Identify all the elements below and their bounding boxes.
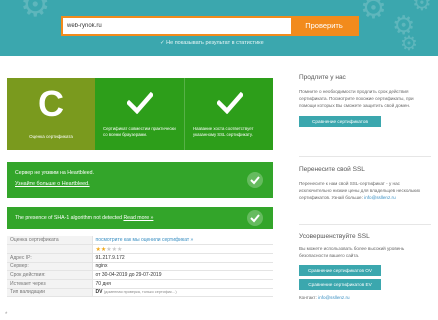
header: ⚙ ⚙ ⚙ ⚙ ⚙ Проверить ✓ Не показывать резу… — [0, 0, 438, 56]
table-row: Сервер: nginx — [7, 262, 273, 272]
check-text: Сертификат совместим практически со всем… — [103, 126, 176, 138]
row-value: DV (доменная проверка, только сертифик…) — [92, 288, 273, 298]
search-form: Проверить — [61, 16, 359, 36]
contact-email-link[interactable]: info@ssllenz.ru — [364, 195, 395, 200]
gear-icon: ⚙ — [400, 33, 418, 55]
check-icon — [127, 92, 153, 114]
footer-mark: * — [5, 312, 8, 318]
hide-results-label: Не показывать результат в статистике — [166, 40, 264, 46]
grade-label: Оценка сертификата — [29, 134, 73, 139]
gear-icon: ⚙ — [412, 0, 432, 15]
contact-email-link[interactable]: info@ssllenz.ru — [318, 295, 349, 300]
row-label: Сервер: — [7, 262, 93, 272]
check-icon: ✓ — [160, 40, 165, 46]
sidebar-transfer: Перенесите свой SSL Перенесите к нам сво… — [299, 166, 431, 202]
row-label: Тип валидации — [7, 288, 93, 298]
table-row: Истекает через 70 дня — [7, 279, 273, 289]
row-label: Истекает через — [7, 279, 93, 289]
hostname-check: Название хоста соответствует указанному … — [184, 78, 273, 150]
browser-compat-check: Сертификат совместим практически со всем… — [95, 78, 184, 150]
sidebar-upgrade: Усовершенствуйте SSL Вы можете использов… — [299, 233, 431, 302]
validation-type: DV — [95, 289, 103, 296]
contact-prefix: Узнай больше: — [331, 194, 363, 200]
grade-box: C Оценка сертификата — [7, 78, 95, 150]
check-icon — [217, 92, 243, 114]
star-rating-icon: ★★★★★ — [95, 246, 123, 253]
sidebar-title: Продлите у нас — [299, 74, 346, 81]
row-label: Срок действия: — [7, 270, 93, 280]
row-value: от 30-04-2019 до 29-07-2019 — [92, 270, 273, 280]
sidebar-text: Перенесите к нам свой SSL-сертификат - у… — [299, 181, 431, 202]
rating-stars: ★★★★★ — [92, 244, 273, 254]
sha1-title: The presence of SHA-1 algorithm not dete… — [15, 215, 122, 221]
divider — [299, 224, 431, 225]
divider — [299, 156, 431, 157]
sidebar-contact: Контакт: info@ssllenz.ru — [299, 295, 431, 302]
row-label: Адрес IP: — [7, 253, 93, 263]
table-row: ★★★★★ — [7, 244, 273, 254]
gear-icon: ⚙ — [20, 0, 51, 24]
sha1-bar: The presence of SHA-1 algorithm not dete… — [7, 207, 273, 229]
row-label: Оценка сертификата — [7, 236, 93, 246]
gear-icon: ⚙ — [360, 0, 387, 25]
domain-input[interactable] — [63, 18, 291, 34]
sidebar-title: Усовершенствуйте SSL — [299, 233, 370, 240]
grade-letter: C — [38, 83, 64, 124]
hide-results-toggle[interactable]: ✓ Не показывать результат в статистике — [160, 40, 264, 46]
heartbleed-title: Сервер не уязвим на Heartbleed. — [15, 170, 95, 176]
row-value: 70 дня — [92, 279, 273, 289]
compare-ov-button[interactable]: Сравнение сертификатов OV — [299, 264, 381, 276]
table-row: Оценка сертификата посмотрите как мы оце… — [7, 236, 273, 246]
certificate-info-table: Оценка сертификата посмотрите как мы оце… — [7, 236, 273, 298]
rating-link[interactable]: посмотрите как мы оценили сертификат » — [92, 236, 273, 246]
table-row: Тип валидации DV (доменная проверка, тол… — [7, 288, 273, 298]
check-icon — [247, 210, 263, 226]
sha1-link[interactable]: Read more » — [123, 215, 153, 221]
row-value: nginx — [92, 262, 273, 272]
heartbleed-bar: Сервер не уязвим на Heartbleed. Узнайте … — [7, 162, 273, 198]
check-button[interactable]: Проверить — [291, 18, 357, 34]
sidebar-extend: Продлите у нас Помните о необходимости п… — [299, 74, 431, 127]
row-value: 91.217.9.172 — [92, 253, 273, 263]
result-card: C Оценка сертификата Сертификат совмести… — [7, 78, 273, 150]
table-row: Срок действия: от 30-04-2019 до 29-07-20… — [7, 270, 273, 280]
heartbleed-link[interactable]: Узнайте больше о Heartbleed. — [15, 181, 90, 187]
sidebar-title: Перенесите свой SSL — [299, 166, 365, 173]
compare-ev-button[interactable]: Сравнение сертификатов EV — [299, 278, 381, 290]
contact-prefix: Контакт: — [299, 294, 317, 300]
check-icon — [247, 172, 263, 188]
compare-certificates-button[interactable]: Сравнение сертификатов — [299, 115, 381, 127]
table-row: Адрес IP: 91.217.9.172 — [7, 253, 273, 263]
sidebar-text: Помните о необходимости продлить срок де… — [299, 89, 414, 108]
sha1-text: The presence of SHA-1 algorithm not dete… — [15, 215, 153, 221]
row-label — [7, 244, 93, 254]
check-text: Название хоста соответствует указанному … — [193, 126, 254, 138]
sidebar-text: Вы можете использовать более высокий уро… — [299, 246, 405, 258]
validation-note: (доменная проверка, только сертифик…) — [103, 290, 177, 295]
